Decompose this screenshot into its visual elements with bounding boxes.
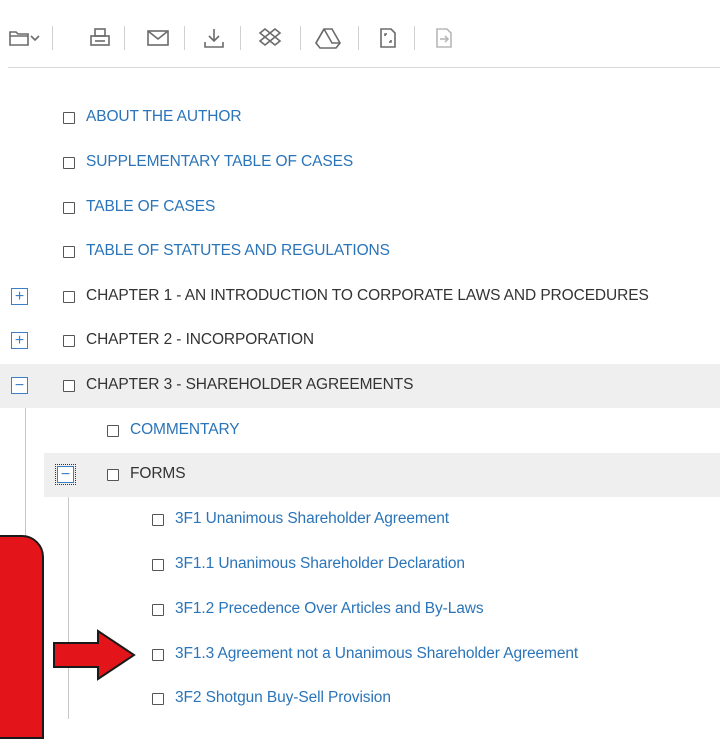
dropbox-icon[interactable]	[256, 24, 284, 52]
toolbar-divider	[184, 26, 185, 50]
row-checkbox[interactable]	[63, 291, 75, 303]
chevron-down-icon[interactable]	[28, 24, 42, 52]
toolbar-divider	[358, 26, 359, 50]
row-checkbox[interactable]	[152, 559, 164, 571]
download-icon[interactable]	[200, 24, 228, 52]
row-checkbox[interactable]	[107, 469, 119, 481]
annotation-callout	[0, 535, 44, 739]
row-checkbox[interactable]	[63, 112, 75, 124]
annotation-arrow-icon	[53, 629, 136, 681]
tree-item-3f1-2[interactable]: 3F1.2 Precedence Over Articles and By-La…	[175, 600, 484, 618]
row-checkbox[interactable]	[63, 246, 75, 258]
tree-item-3f1-3[interactable]: 3F1.3 Agreement not a Unanimous Sharehol…	[175, 645, 578, 663]
tree-item-chapter-3[interactable]: CHAPTER 3 - SHAREHOLDER AGREEMENTS	[86, 376, 413, 394]
tree-row: + CHAPTER 1 - AN INTRODUCTION TO CORPORA…	[0, 275, 720, 319]
email-icon[interactable]	[144, 24, 172, 52]
tree-item-chapter-1[interactable]: CHAPTER 1 - AN INTRODUCTION TO CORPORATE…	[86, 287, 649, 305]
tree-item-chapter-2[interactable]: CHAPTER 2 - INCORPORATION	[86, 331, 314, 349]
tree-row: 3F1.1 Unanimous Shareholder Declaration	[0, 543, 720, 587]
tree-item-table-of-statutes[interactable]: TABLE OF STATUTES AND REGULATIONS	[86, 242, 390, 260]
tree-item-supplementary-table-of-cases[interactable]: SUPPLEMENTARY TABLE OF CASES	[86, 153, 353, 171]
toolbar-divider	[414, 26, 415, 50]
row-checkbox[interactable]	[152, 693, 164, 705]
row-checkbox[interactable]	[63, 380, 75, 392]
collapse-toggle[interactable]: −	[11, 377, 28, 394]
toolbar-divider	[124, 26, 125, 50]
tree-item-3f1-1[interactable]: 3F1.1 Unanimous Shareholder Declaration	[175, 555, 465, 573]
toolbar-divider	[52, 26, 53, 50]
tree-item-about-the-author[interactable]: ABOUT THE AUTHOR	[86, 108, 242, 126]
tree-row: COMMENTARY	[0, 409, 720, 453]
collapse-toggle[interactable]: −	[55, 464, 76, 485]
row-checkbox[interactable]	[63, 335, 75, 347]
tree-row: 3F1.2 Precedence Over Articles and By-La…	[0, 588, 720, 632]
export-icon[interactable]	[430, 24, 458, 52]
row-checkbox[interactable]	[107, 425, 119, 437]
tree-row: TABLE OF STATUTES AND REGULATIONS	[0, 230, 720, 274]
tree-item-3f2[interactable]: 3F2 Shotgun Buy-Sell Provision	[175, 689, 391, 707]
tree-row: + CHAPTER 2 - INCORPORATION	[0, 319, 720, 363]
row-checkbox[interactable]	[152, 604, 164, 616]
tree-row: 3F2 Shotgun Buy-Sell Provision	[0, 677, 720, 721]
tree-row: 3F1 Unanimous Shareholder Agreement	[0, 498, 720, 542]
toolbar-divider	[300, 26, 301, 50]
google-drive-icon[interactable]	[314, 24, 342, 52]
tree-row: SUPPLEMENTARY TABLE OF CASES	[0, 141, 720, 185]
tree-item-3f1[interactable]: 3F1 Unanimous Shareholder Agreement	[175, 510, 449, 528]
expand-toggle[interactable]: +	[11, 332, 28, 349]
toolbar-divider	[240, 26, 241, 50]
row-checkbox[interactable]	[152, 649, 164, 661]
tree-row-selected: − CHAPTER 3 - SHAREHOLDER AGREEMENTS	[0, 364, 720, 408]
toolbar-separator	[8, 67, 720, 68]
row-checkbox[interactable]	[63, 202, 75, 214]
print-icon[interactable]	[86, 24, 114, 52]
save-document-icon[interactable]	[374, 24, 402, 52]
tree-item-forms[interactable]: FORMS	[130, 465, 186, 483]
toolbar	[0, 0, 720, 68]
tree-item-commentary[interactable]: COMMENTARY	[130, 421, 240, 439]
tree-row: TABLE OF CASES	[0, 186, 720, 230]
tree-row: ABOUT THE AUTHOR	[0, 96, 720, 140]
tree-row-selected: − FORMS	[44, 453, 720, 497]
tree-item-table-of-cases[interactable]: TABLE OF CASES	[86, 198, 215, 216]
expand-toggle[interactable]: +	[11, 288, 28, 305]
row-checkbox[interactable]	[152, 514, 164, 526]
row-checkbox[interactable]	[63, 157, 75, 169]
